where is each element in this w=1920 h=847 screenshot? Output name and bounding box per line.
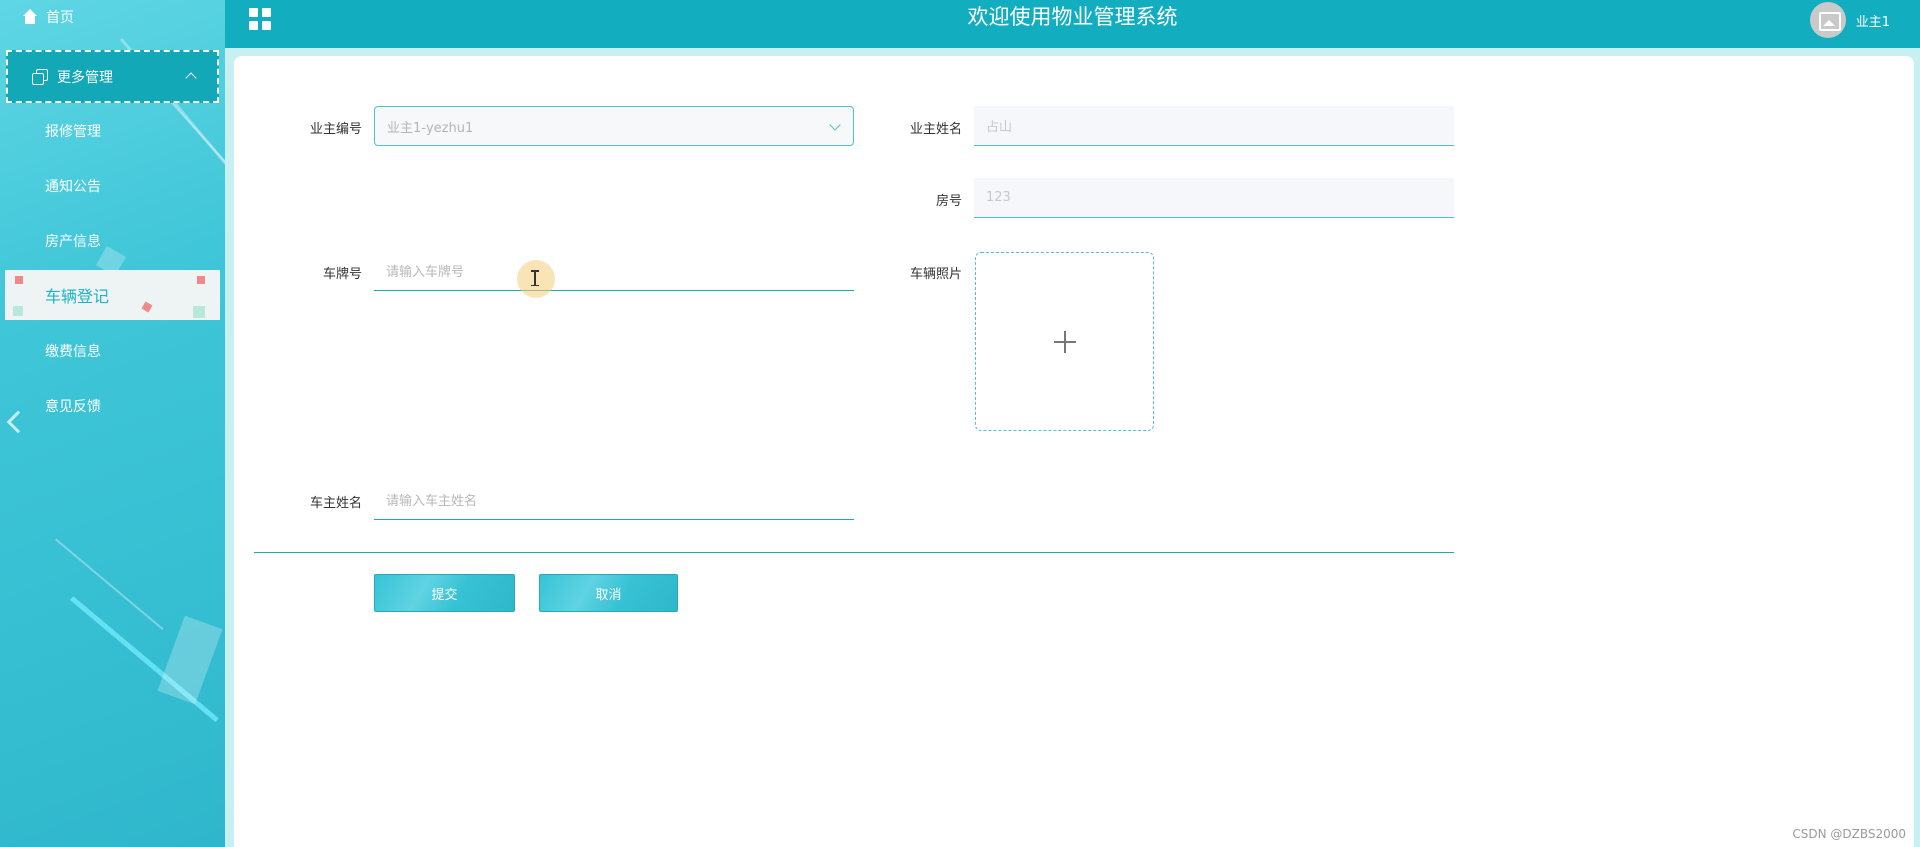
cancel-button[interactable]: 取消 bbox=[539, 574, 678, 612]
copy-icon bbox=[32, 69, 48, 85]
mouse-cursor-highlight bbox=[517, 260, 555, 298]
sidebar-item-vehicle-registration[interactable]: 车辆登记 bbox=[5, 270, 220, 320]
room-number-value: 123 bbox=[986, 190, 1011, 205]
page-title: 欢迎使用物业管理系统 bbox=[967, 5, 1178, 29]
home-icon bbox=[22, 9, 38, 25]
user-name: 业主1 bbox=[1855, 14, 1890, 30]
decoration-dot bbox=[197, 276, 205, 284]
text-cursor-icon bbox=[531, 270, 539, 286]
room-number-field[interactable]: 123 bbox=[974, 178, 1454, 218]
vehicle-photo-upload[interactable] bbox=[975, 252, 1154, 431]
sidebar-group-label: 更多管理 bbox=[57, 69, 113, 86]
plate-number-label: 车牌号 bbox=[322, 267, 362, 282]
chevron-left-icon[interactable] bbox=[6, 410, 30, 434]
plate-number-input[interactable]: 请输入车牌号 bbox=[374, 251, 854, 291]
room-number-label: 房号 bbox=[935, 194, 962, 209]
owner-id-label: 业主编号 bbox=[309, 122, 362, 137]
sidebar-item-label: 首页 bbox=[46, 10, 74, 26]
avatar[interactable] bbox=[1809, 2, 1846, 38]
vehicle-photo-label: 车辆照片 bbox=[909, 267, 962, 282]
user-menu[interactable]: 业主1 bbox=[1809, 2, 1890, 38]
owner-id-select[interactable]: 业主1-yezhu1 bbox=[374, 106, 854, 146]
plus-icon bbox=[1054, 331, 1076, 353]
sidebar-item-home[interactable]: 首页 bbox=[22, 6, 74, 28]
sidebar-item-notices[interactable]: 通知公告 bbox=[45, 176, 101, 196]
form-panel bbox=[234, 56, 1914, 847]
car-owner-name-input[interactable]: 请输入车主姓名 bbox=[374, 480, 854, 520]
owner-id-value: 业主1-yezhu1 bbox=[387, 120, 474, 136]
top-header: 欢迎使用物业管理系统 业主1 bbox=[225, 0, 1920, 48]
decoration-dot bbox=[193, 306, 205, 318]
sidebar-item-payments[interactable]: 缴费信息 bbox=[45, 341, 101, 361]
owner-name-value: 占山 bbox=[986, 120, 1013, 135]
car-owner-name-placeholder: 请输入车主姓名 bbox=[386, 494, 478, 509]
decoration-dot bbox=[15, 276, 23, 284]
plate-number-placeholder: 请输入车牌号 bbox=[386, 265, 465, 280]
owner-name-field[interactable]: 占山 bbox=[974, 106, 1454, 146]
decoration-dot bbox=[141, 301, 153, 313]
submit-button[interactable]: 提交 bbox=[374, 574, 515, 612]
sidebar-item-repair[interactable]: 报修管理 bbox=[45, 121, 101, 141]
sidebar: 首页 更多管理 报修管理 通知公告 房产信息 车辆登记 缴费信息 意见反馈 bbox=[0, 0, 225, 847]
watermark: CSDN @DZBS2000 bbox=[1792, 827, 1906, 841]
sidebar-decoration bbox=[55, 538, 164, 630]
chevron-up-icon bbox=[185, 72, 197, 84]
sidebar-item-property[interactable]: 房产信息 bbox=[45, 231, 101, 251]
sidebar-item-feedback[interactable]: 意见反馈 bbox=[45, 396, 101, 416]
car-owner-name-label: 车主姓名 bbox=[309, 496, 362, 511]
owner-name-label: 业主姓名 bbox=[909, 122, 962, 137]
sidebar-item-label: 车辆登记 bbox=[45, 287, 110, 306]
form-divider bbox=[254, 552, 1454, 553]
chevron-down-icon bbox=[829, 119, 841, 131]
sidebar-decoration bbox=[157, 615, 223, 705]
sidebar-group-more-management[interactable]: 更多管理 bbox=[6, 50, 219, 103]
decoration-dot bbox=[13, 306, 23, 316]
